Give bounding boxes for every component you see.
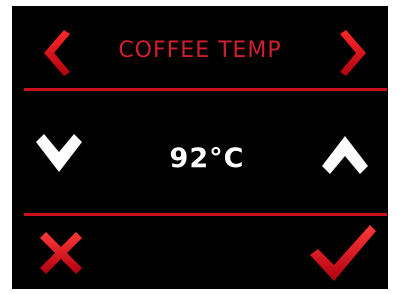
next-setting-button[interactable]: [336, 28, 372, 78]
chevron-left-icon: [44, 30, 70, 76]
previous-setting-button[interactable]: [38, 28, 74, 78]
increase-button[interactable]: [320, 132, 370, 176]
top-divider: [24, 88, 387, 91]
chevron-up-icon: [322, 136, 368, 174]
temperature-value: 92°C: [169, 143, 245, 174]
coffee-temp-screen: COFFEE TEMP 92°C: [12, 6, 388, 289]
cross-icon: [40, 232, 82, 274]
chevron-right-icon: [340, 30, 366, 76]
page-title: COFFEE TEMP: [118, 38, 282, 63]
bottom-divider: [24, 213, 387, 216]
cancel-button[interactable]: [38, 230, 84, 276]
decrease-button[interactable]: [34, 132, 84, 176]
checkmark-icon: [310, 225, 376, 281]
chevron-down-icon: [36, 134, 82, 172]
confirm-button[interactable]: [308, 221, 378, 283]
